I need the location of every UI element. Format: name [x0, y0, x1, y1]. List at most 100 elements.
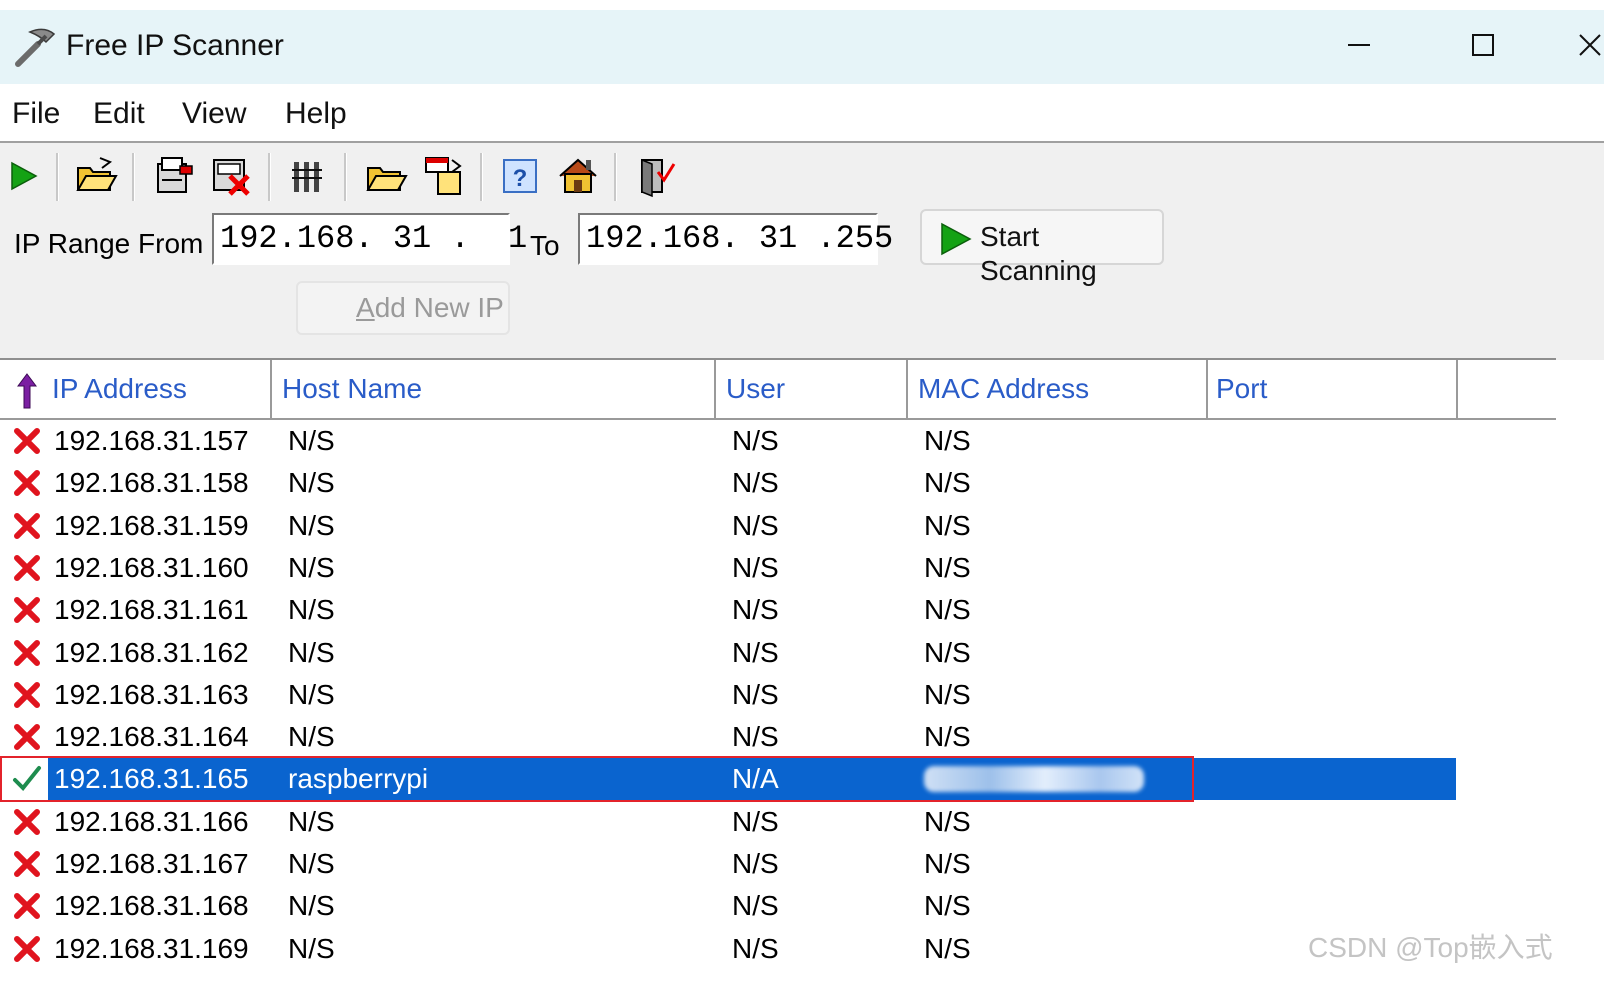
mac-address-cell: N/S [924, 805, 971, 837]
cross-icon [14, 554, 40, 581]
minimize-icon[interactable] [1334, 22, 1384, 68]
add-new-ip-label: Add New IP [356, 292, 504, 323]
mac-address-cell: N/S [924, 425, 971, 456]
host-name-cell: N/S [288, 890, 335, 922]
cross-icon [14, 808, 40, 835]
delete-icon[interactable] [210, 154, 254, 198]
watermark: CSDN @Top嵌入式 [1308, 932, 1553, 963]
sort-up-arrow-icon [17, 373, 37, 409]
menu-view[interactable]: View [182, 96, 246, 132]
host-name-cell: N/S [288, 636, 335, 668]
host-name-cell: N/S [288, 805, 335, 837]
menu-bar: File Edit View Help [0, 84, 1604, 142]
user-cell: N/S [732, 932, 779, 964]
open-folder-icon[interactable] [74, 154, 118, 198]
cross-icon [14, 851, 40, 877]
mac-address-cell: N/S [924, 594, 971, 626]
ip-address-cell: 192.168.31.162 [54, 636, 249, 668]
user-cell: N/S [732, 805, 779, 837]
svg-text:?: ? [513, 165, 528, 192]
paste-icon[interactable] [422, 154, 466, 198]
ip-address-cell: 192.168.31.160 [54, 551, 249, 583]
table-row[interactable]: 192.168.31.160 N/S N/S N/S [0, 547, 1604, 589]
mac-address-cell: N/S [924, 890, 971, 922]
title-bar: Free IP Scanner [0, 10, 1604, 84]
user-cell: N/S [732, 890, 779, 922]
table-row[interactable]: 192.168.31.165 raspberrypi N/A [0, 756, 1604, 803]
table-row[interactable]: 192.168.31.161 N/S N/S N/S [0, 589, 1604, 631]
table-row[interactable]: 192.168.31.158 N/S N/S N/S [0, 462, 1604, 504]
cross-icon [14, 681, 40, 708]
app-icon [15, 28, 56, 67]
help-icon[interactable]: ? [498, 154, 542, 198]
cross-icon [14, 893, 40, 920]
ip-address-cell: 192.168.31.161 [54, 594, 249, 626]
user-cell: N/S [732, 509, 779, 541]
cross-icon [14, 597, 40, 624]
table-row[interactable]: 192.168.31.157 N/S N/S N/S [0, 420, 1604, 462]
mac-address-cell: N/S [924, 721, 971, 753]
ip-to-input[interactable]: 192.168. 31 .255 [578, 213, 893, 265]
user-cell: N/S [732, 848, 779, 879]
host-name-cell: N/S [288, 721, 335, 753]
user-cell: N/S [732, 636, 779, 668]
table-row[interactable]: 192.168.31.166 N/S N/S N/S [0, 801, 1604, 843]
toolbar-panel: ? IP Range From 192.168. 31 . 1 To 192.1… [0, 143, 1604, 360]
toolbar-separator [614, 153, 617, 201]
mac-address-cell: N/S [924, 551, 971, 583]
table-row[interactable]: 192.168.31.164 N/S N/S N/S [0, 716, 1604, 758]
cross-icon [14, 428, 40, 454]
export-icon[interactable] [152, 154, 196, 198]
host-name-cell: N/S [288, 509, 335, 541]
column-header-host-name[interactable]: Host Name [272, 360, 716, 418]
column-header-user[interactable]: User [716, 360, 908, 418]
table-row[interactable]: 192.168.31.163 N/S N/S N/S [0, 674, 1604, 716]
ip-address-cell: 192.168.31.163 [54, 678, 249, 710]
host-name-cell: N/S [288, 467, 335, 499]
window-title: Free IP Scanner [66, 29, 284, 62]
ip-address-cell: 192.168.31.167 [54, 848, 249, 879]
table-row[interactable]: 192.168.31.162 N/S N/S N/S [0, 632, 1604, 674]
exit-icon[interactable] [634, 154, 678, 198]
close-icon[interactable] [1574, 22, 1604, 68]
home-icon[interactable] [556, 154, 600, 198]
cross-icon [14, 724, 40, 751]
ip-from-input[interactable]: 192.168. 31 . 1 [212, 213, 527, 265]
host-name-cell: N/S [288, 932, 335, 964]
mac-address-cell: N/S [924, 509, 971, 541]
ip-address-cell: 192.168.31.169 [54, 932, 249, 964]
host-name-cell: N/S [288, 551, 335, 583]
host-name-cell: N/S [288, 594, 335, 626]
ip-address-cell: 192.168.31.168 [54, 890, 249, 922]
highlight-frame [0, 756, 1194, 803]
maximize-icon[interactable] [1458, 22, 1508, 68]
user-cell: N/S [732, 551, 779, 583]
menu-file[interactable]: File [12, 96, 60, 132]
toolbar-separator [268, 153, 271, 201]
column-header-port[interactable]: Port [1208, 360, 1458, 418]
mac-address-cell: N/S [924, 636, 971, 668]
app-window: Free IP Scanner File Edit View Help ? IP… [0, 10, 1604, 1000]
column-header-mac-address[interactable]: MAC Address [908, 360, 1208, 418]
table-header: IP Address Host Name User MAC Address Po… [0, 360, 1556, 420]
ip-address-cell: 192.168.31.164 [54, 721, 249, 753]
ip-range-from-label: IP Range From [14, 228, 204, 259]
folder-icon[interactable] [364, 154, 408, 198]
mac-address-cell: N/S [924, 848, 971, 879]
play-icon[interactable] [4, 154, 48, 198]
column-header-ip-address[interactable]: IP Address [0, 360, 272, 418]
start-scanning-button[interactable]: Start Scanning [920, 209, 1164, 286]
menu-edit[interactable]: Edit [93, 96, 145, 132]
mac-address-cell: N/S [924, 467, 971, 499]
cross-icon [14, 639, 40, 666]
columns-icon[interactable] [288, 154, 332, 198]
host-name-cell: N/S [288, 848, 335, 879]
ip-address-cell: 192.168.31.159 [54, 509, 249, 541]
cross-icon [14, 512, 40, 539]
ip-address-cell: 192.168.31.158 [54, 467, 249, 499]
table-row[interactable]: 192.168.31.168 N/S N/S N/S [0, 885, 1604, 927]
table-row[interactable]: 192.168.31.167 N/S N/S N/S [0, 843, 1604, 885]
menu-help[interactable]: Help [285, 96, 347, 132]
add-new-ip-button[interactable]: Add New IP [296, 281, 510, 335]
table-row[interactable]: 192.168.31.159 N/S N/S N/S [0, 505, 1604, 547]
